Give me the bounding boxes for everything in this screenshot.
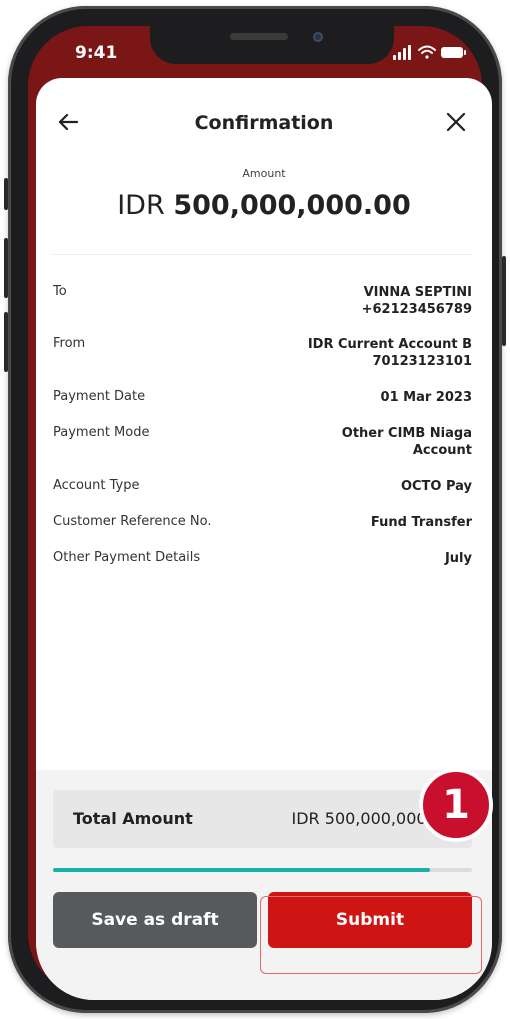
detail-value: Other CIMB Niaga Account	[342, 425, 472, 459]
detail-value: OCTO Pay	[400, 479, 472, 494]
close-icon[interactable]	[445, 111, 467, 133]
detail-value: IDR Current Account B 70123123101	[308, 336, 472, 370]
detail-label: Other Payment Details	[53, 550, 201, 565]
camera	[313, 32, 323, 42]
save-as-draft-button[interactable]: Save as draft	[53, 892, 257, 948]
step-number-badge: 1	[419, 768, 493, 842]
signal-icon	[393, 45, 411, 60]
speaker	[230, 33, 288, 40]
detail-value: Fund Transfer	[370, 515, 472, 530]
detail-value-line2: Account	[412, 443, 472, 458]
detail-label: Payment Date	[53, 389, 146, 404]
total-amount-box: Total Amount IDR 500,000,000.00	[53, 790, 472, 848]
detail-label: To	[53, 284, 67, 299]
detail-label: Payment Mode	[53, 425, 150, 440]
detail-label: Account Type	[53, 478, 140, 493]
confirmation-sheet: Confirmation Amount IDR 500,000,000.00 T…	[36, 78, 492, 1000]
detail-value-line1: VINNA SEPTINI	[363, 285, 472, 300]
status-time: 9:41	[75, 43, 118, 63]
progress-bar	[53, 868, 472, 872]
volume-up-button	[4, 238, 8, 298]
detail-value-line2: +62123456789	[361, 302, 472, 317]
amount-number: 500,000,000.00	[173, 190, 411, 221]
amount-currency: IDR	[117, 190, 165, 221]
header: Confirmation	[36, 78, 492, 168]
detail-value-line1: IDR Current Account B	[307, 337, 472, 352]
detail-label: From	[53, 336, 86, 351]
detail-value: July	[444, 551, 472, 566]
volume-down-button	[4, 312, 8, 372]
amount-label: Amount	[242, 167, 286, 180]
detail-value: VINNA SEPTINI +62123456789	[362, 284, 472, 318]
detail-label: Customer Reference No.	[53, 514, 212, 529]
divider	[52, 254, 472, 255]
status-icons	[393, 45, 466, 60]
progress-fill	[53, 868, 431, 872]
total-amount-label: Total Amount	[73, 809, 193, 828]
amount-value: IDR 500,000,000.00	[36, 190, 492, 221]
battery-icon	[441, 47, 466, 58]
wifi-icon	[418, 45, 436, 59]
mute-switch	[4, 178, 8, 210]
page-title: Confirmation	[194, 112, 334, 134]
submit-highlight-outline	[260, 896, 482, 974]
detail-value-line1: Other CIMB Niaga	[341, 426, 472, 441]
detail-value-line2: 70123123101	[372, 354, 473, 369]
power-button	[502, 256, 506, 346]
detail-value: 01 Mar 2023	[380, 390, 472, 405]
